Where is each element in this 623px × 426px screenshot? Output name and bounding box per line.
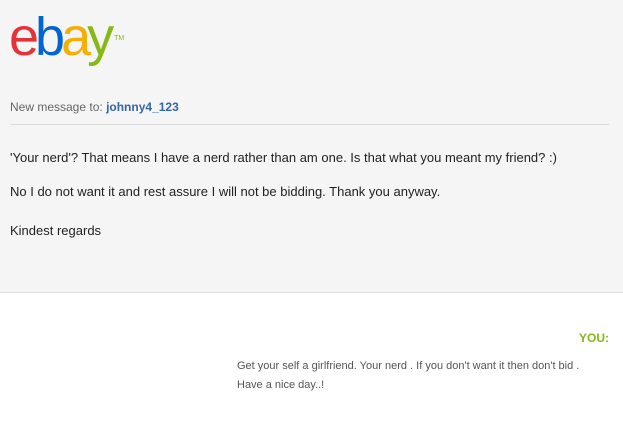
quoted-line-1: Get your self a girlfriend. Your nerd . … xyxy=(237,360,580,372)
logo-letter-a: a xyxy=(61,7,91,67)
logo-letter-b: b xyxy=(35,7,65,67)
ebay-logo: ebay TM xyxy=(9,7,125,67)
message-line-2: No I do not want it and rest assure I wi… xyxy=(10,184,441,199)
recipient-name[interactable]: johnny4_123 xyxy=(106,100,179,114)
recipient-line: New message to: johnny4_123 xyxy=(10,100,179,114)
logo-letter-e: e xyxy=(9,7,39,67)
message-panel: ebay TM New message to: johnny4_123 'Your… xyxy=(0,0,623,293)
trademark-mark: TM xyxy=(114,35,125,42)
to-prefix: New message to: xyxy=(10,100,103,114)
message-line-1: 'Your nerd'? That means I have a nerd ra… xyxy=(10,150,557,165)
logo-letter-y: y xyxy=(87,7,114,67)
message-line-3: Kindest regards xyxy=(10,223,102,238)
divider xyxy=(10,124,609,125)
quoted-line-2: Have a nice day..! xyxy=(237,379,325,391)
quoted-author-label: YOU: xyxy=(579,331,609,345)
